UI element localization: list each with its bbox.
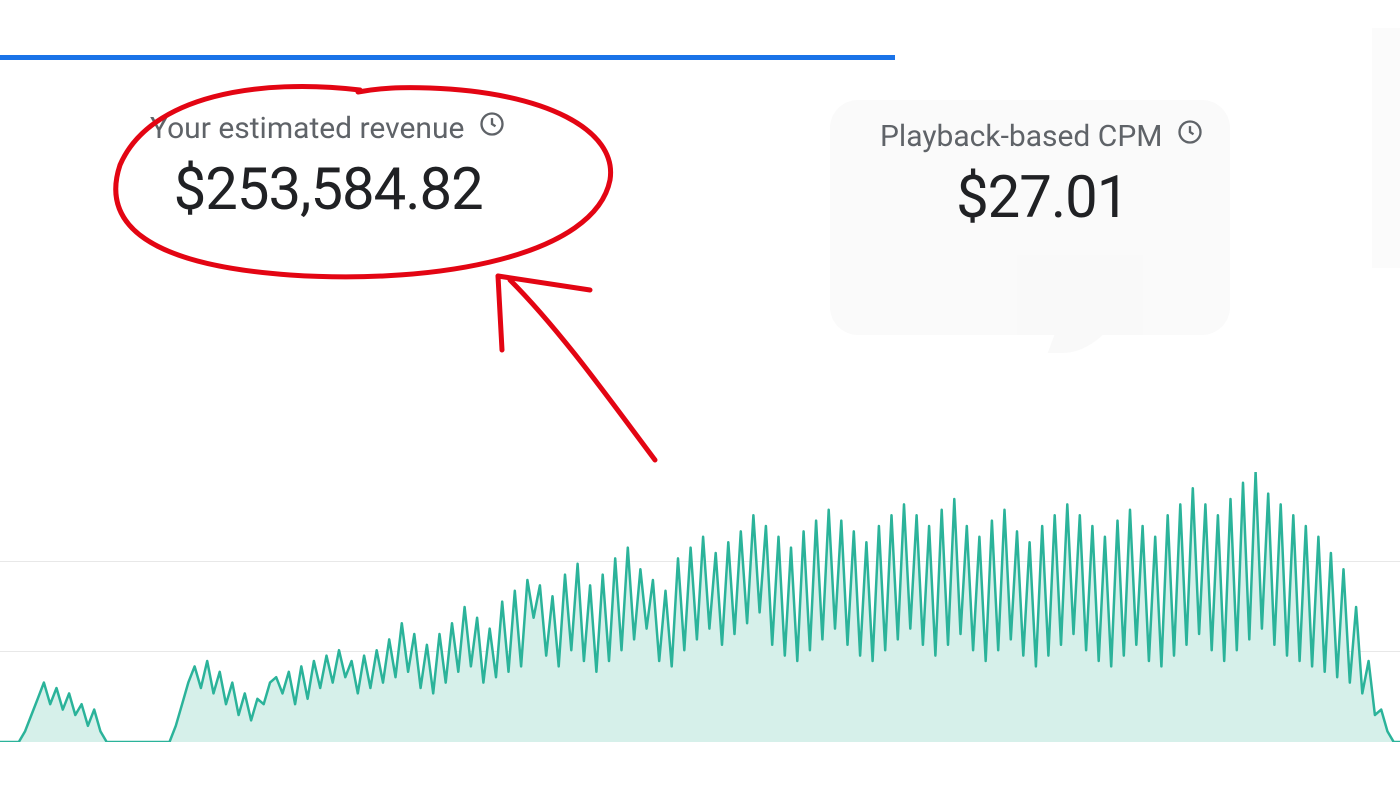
clock-icon (478, 110, 506, 146)
clock-icon (1176, 118, 1204, 154)
active-tab-indicator (0, 55, 895, 60)
scrollbar-track[interactable] (1372, 28, 1400, 268)
metric-card-cpm[interactable]: Playback-based CPM $27.01 (880, 118, 1204, 232)
metric-value: $253,584.82 (174, 156, 483, 224)
metric-value: $27.01 (956, 164, 1128, 232)
metric-card-revenue[interactable]: Your estimated revenue $253,584.82 (150, 110, 506, 224)
metric-label: Playback-based CPM (880, 119, 1162, 154)
metric-label: Your estimated revenue (150, 111, 464, 146)
revenue-trend-chart (0, 472, 1400, 742)
